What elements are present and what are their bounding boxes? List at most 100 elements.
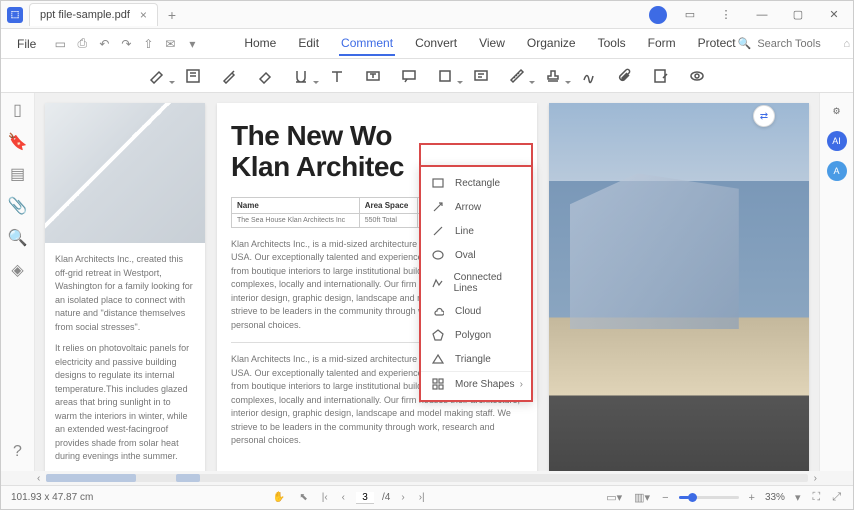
menu-edit[interactable]: Edit [296, 32, 321, 56]
scroll-thumb[interactable] [46, 474, 136, 482]
zoom-in-icon[interactable]: + [747, 492, 757, 504]
settings-icon[interactable]: ⚙ [827, 101, 847, 121]
callout-tool[interactable] [398, 65, 420, 87]
shape-polygon[interactable]: Polygon [421, 323, 531, 347]
stamp-tool[interactable] [542, 65, 564, 87]
hide-comments-tool[interactable] [686, 65, 708, 87]
shape-rectangle[interactable]: Rectangle [421, 171, 531, 195]
shape-line[interactable]: Line [421, 219, 531, 243]
menu-comment[interactable]: Comment [339, 32, 395, 56]
menu-organize[interactable]: Organize [525, 32, 578, 56]
tab-close-icon[interactable]: × [140, 8, 147, 22]
redo-icon[interactable]: ↷ [116, 34, 136, 54]
new-tab-button[interactable]: + [164, 7, 180, 23]
edit-comment-tool[interactable] [650, 65, 672, 87]
search-panel-icon[interactable]: 🔍 [9, 229, 27, 247]
view-controls: ▭▾ ▥▾ − + 33% ▾ ⛶ ⤢ [604, 491, 843, 504]
connected-lines-icon [431, 276, 444, 290]
page-dimensions: 101.93 x 47.87 cm [11, 492, 93, 503]
file-menu[interactable]: File [9, 33, 44, 55]
shape-arrow[interactable]: Arrow [421, 195, 531, 219]
maximize-button[interactable]: ▢ [785, 5, 811, 25]
home-icon[interactable]: ⌂ [843, 38, 850, 50]
chat-icon[interactable]: ▭ [677, 5, 703, 25]
building-image-1 [45, 103, 205, 243]
menu-protect[interactable]: Protect [696, 32, 738, 56]
comments-panel-icon[interactable]: ▤ [9, 165, 27, 183]
left-sidebar: ▯ 🔖 ▤ 📎 🔍 ◈ ? [1, 93, 35, 471]
menu-convert[interactable]: Convert [413, 32, 459, 56]
textbox-tool[interactable] [362, 65, 384, 87]
share-icon[interactable]: ⇧ [138, 34, 158, 54]
right-sidebar: ⚙ AI A [819, 93, 853, 471]
hand-tool-icon[interactable]: ✋ [270, 492, 288, 503]
first-page-icon[interactable]: |‹ [319, 492, 331, 503]
note-tool[interactable] [182, 65, 204, 87]
fullscreen-icon[interactable]: ⤢ [830, 491, 843, 504]
mail-icon[interactable]: ✉ [160, 34, 180, 54]
minimize-button[interactable]: — [749, 5, 775, 25]
quick-access-icons: ▭ ⎙ ↶ ↷ ⇧ ✉ ▾ [50, 34, 202, 54]
signature-tool[interactable] [578, 65, 600, 87]
rectangle-icon [431, 176, 445, 190]
bookmarks-icon[interactable]: 🔖 [9, 133, 27, 151]
col1-paragraph-2: It relies on photovoltaic panels for ele… [55, 342, 195, 464]
last-page-icon[interactable]: ›| [416, 492, 428, 503]
read-mode-icon[interactable]: ▭▾ [604, 491, 624, 504]
attachment-tool[interactable] [614, 65, 636, 87]
th-name: Name [232, 197, 360, 213]
shape-more[interactable]: More Shapes [421, 371, 531, 396]
menu-home[interactable]: Home [242, 32, 278, 56]
floating-action-icon[interactable]: ⇄ [753, 105, 775, 127]
print-icon[interactable]: ⎙ [72, 34, 92, 54]
kebab-icon[interactable]: ⋮ [713, 5, 739, 25]
horizontal-scrollbar: ‹ › [1, 471, 853, 485]
save-icon[interactable]: ▭ [50, 34, 70, 54]
shape-tool[interactable] [434, 65, 456, 87]
tab-title: ppt file-sample.pdf [40, 9, 130, 21]
menu-view[interactable]: View [477, 32, 507, 56]
text-tool[interactable] [326, 65, 348, 87]
close-window-button[interactable]: ✕ [821, 5, 847, 25]
select-tool-icon[interactable]: ⬉ [296, 492, 310, 503]
eraser-tool[interactable] [254, 65, 276, 87]
next-page-icon[interactable]: › [398, 492, 407, 503]
menu-tools[interactable]: Tools [596, 32, 628, 56]
th-area: Area Space [359, 197, 418, 213]
thumbnails-icon[interactable]: ▯ [9, 101, 27, 119]
search-input[interactable] [757, 38, 837, 50]
undo-icon[interactable]: ↶ [94, 34, 114, 54]
app-icon: ⬚ [7, 7, 23, 23]
pencil-tool[interactable] [218, 65, 240, 87]
shape-triangle[interactable]: Triangle [421, 347, 531, 371]
menu-form[interactable]: Form [646, 32, 678, 56]
shape-cloud[interactable]: Cloud [421, 299, 531, 323]
user-avatar[interactable] [649, 6, 667, 24]
attachments-icon[interactable]: 📎 [9, 197, 27, 215]
zoom-out-icon[interactable]: − [660, 492, 670, 504]
scroll-thumb-2[interactable] [176, 474, 200, 482]
highlight-tool[interactable] [146, 65, 168, 87]
document-tab[interactable]: ppt file-sample.pdf × [29, 3, 158, 26]
search-icon[interactable]: 🔍 [738, 37, 752, 50]
scroll-track[interactable] [46, 474, 807, 482]
scroll-left-icon[interactable]: ‹ [35, 473, 42, 484]
zoom-dropdown-icon[interactable]: ▾ [793, 491, 803, 504]
more-icon[interactable]: ▾ [182, 34, 202, 54]
ai-assistant-icon[interactable]: AI [827, 131, 847, 151]
fields-icon[interactable]: ◈ [9, 261, 27, 279]
measure-tool[interactable] [506, 65, 528, 87]
prev-page-icon[interactable]: ‹ [339, 492, 348, 503]
help-icon[interactable]: ? [9, 443, 27, 461]
scroll-right-icon[interactable]: › [812, 473, 819, 484]
fit-page-icon[interactable]: ⛶ [810, 491, 822, 504]
page-input[interactable] [356, 492, 374, 504]
shape-oval[interactable]: Oval [421, 243, 531, 267]
shape-connected-lines[interactable]: Connected Lines [421, 267, 531, 299]
underline-tool[interactable] [290, 65, 312, 87]
menubar: File ▭ ⎙ ↶ ↷ ⇧ ✉ ▾ Home Edit Comment Con… [1, 29, 853, 59]
zoom-slider[interactable] [679, 496, 739, 499]
layout-mode-icon[interactable]: ▥▾ [632, 491, 652, 504]
translate-icon[interactable]: A [827, 161, 847, 181]
comment-box-tool[interactable] [470, 65, 492, 87]
